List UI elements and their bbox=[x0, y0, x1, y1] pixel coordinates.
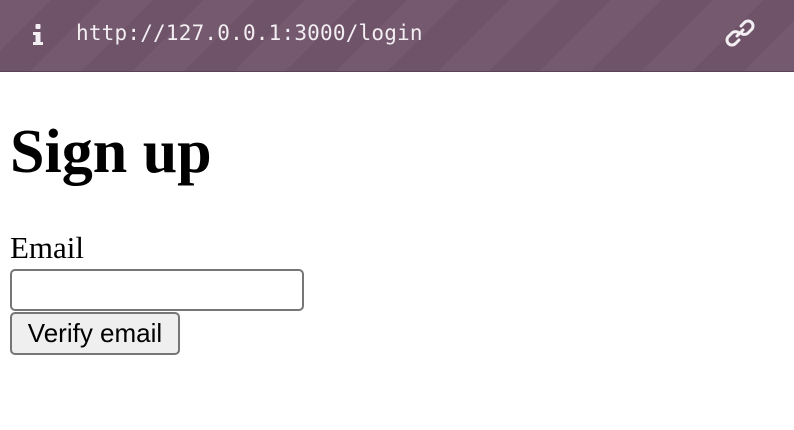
link-icon[interactable] bbox=[722, 15, 758, 51]
verify-email-button[interactable]: Verify email bbox=[10, 312, 180, 355]
info-icon[interactable] bbox=[29, 18, 47, 50]
browser-url-bar: http://127.0.0.1:3000/login bbox=[0, 0, 794, 72]
email-field[interactable] bbox=[10, 269, 304, 311]
email-label: Email bbox=[10, 230, 85, 265]
url-text[interactable]: http://127.0.0.1:3000/login bbox=[76, 17, 423, 49]
page-title: Sign up bbox=[10, 118, 212, 186]
